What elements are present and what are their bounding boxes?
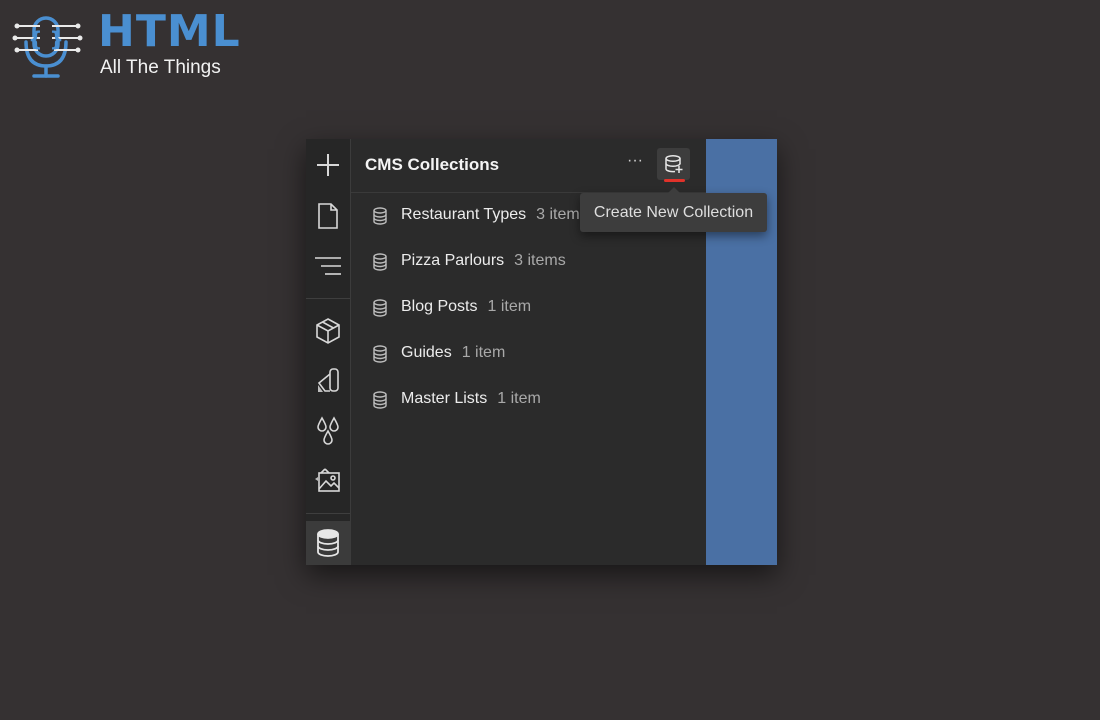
collection-database-icon xyxy=(373,391,387,409)
site-logo: { } HTML All The Things xyxy=(12,6,242,82)
create-collection-tooltip: Create New Collection xyxy=(580,187,767,232)
symbols-button[interactable] xyxy=(306,311,350,351)
more-options-button[interactable]: ··· xyxy=(625,151,645,171)
tooltip-text: Create New Collection xyxy=(593,204,754,221)
add-elements-button[interactable] xyxy=(306,145,350,185)
style-manager-button[interactable] xyxy=(306,361,350,401)
collection-count: 3 items xyxy=(514,252,566,269)
collection-row[interactable]: Pizza Parlours 3 items xyxy=(351,241,706,281)
swatches-button[interactable] xyxy=(306,411,350,451)
left-toolbar xyxy=(306,139,351,565)
plus-icon xyxy=(317,154,339,176)
cms-button[interactable] xyxy=(306,521,350,565)
collection-row[interactable]: Master Lists 1 item xyxy=(351,379,706,419)
collection-name: Guides xyxy=(401,344,452,361)
collection-database-icon xyxy=(373,207,387,225)
collection-name: Blog Posts xyxy=(401,298,478,315)
navigator-button[interactable] xyxy=(306,246,350,286)
active-indicator xyxy=(664,179,685,182)
database-icon xyxy=(317,529,339,557)
pages-button[interactable] xyxy=(306,196,350,236)
collection-row[interactable]: Blog Posts 1 item xyxy=(351,287,706,327)
tooltip-arrow xyxy=(668,187,680,193)
navigator-icon xyxy=(315,257,341,275)
toolbar-divider xyxy=(306,298,350,299)
swatches-icon xyxy=(317,416,339,445)
collection-database-icon xyxy=(373,253,387,271)
logo-tagline: All The Things xyxy=(100,57,221,78)
assets-button[interactable] xyxy=(306,461,350,501)
collection-count: 1 item xyxy=(461,344,506,361)
collection-count: 1 item xyxy=(497,390,541,407)
panel-header: CMS Collections ··· xyxy=(351,139,706,193)
image-assets-icon xyxy=(315,468,340,492)
microphone-circuit-logo-icon: { } xyxy=(12,16,83,78)
page-icon xyxy=(318,203,338,229)
collection-database-icon xyxy=(373,345,387,363)
panel-title: CMS Collections xyxy=(365,155,500,174)
collection-name: Master Lists xyxy=(401,390,488,407)
create-new-collection-button[interactable] xyxy=(657,148,690,182)
svg-text:{ }: { } xyxy=(28,27,63,51)
collection-name: Restaurant Types xyxy=(401,206,527,223)
collection-name: Pizza Parlours xyxy=(401,252,505,269)
database-add-icon xyxy=(664,154,682,173)
collection-row[interactable]: Guides 1 item xyxy=(351,333,706,373)
collection-database-icon xyxy=(373,299,387,317)
style-manager-icon xyxy=(317,368,339,392)
cube-icon xyxy=(316,318,340,344)
toolbar-divider xyxy=(306,513,350,514)
logo-wordmark: HTML xyxy=(98,6,241,57)
collection-count: 1 item xyxy=(487,298,532,315)
